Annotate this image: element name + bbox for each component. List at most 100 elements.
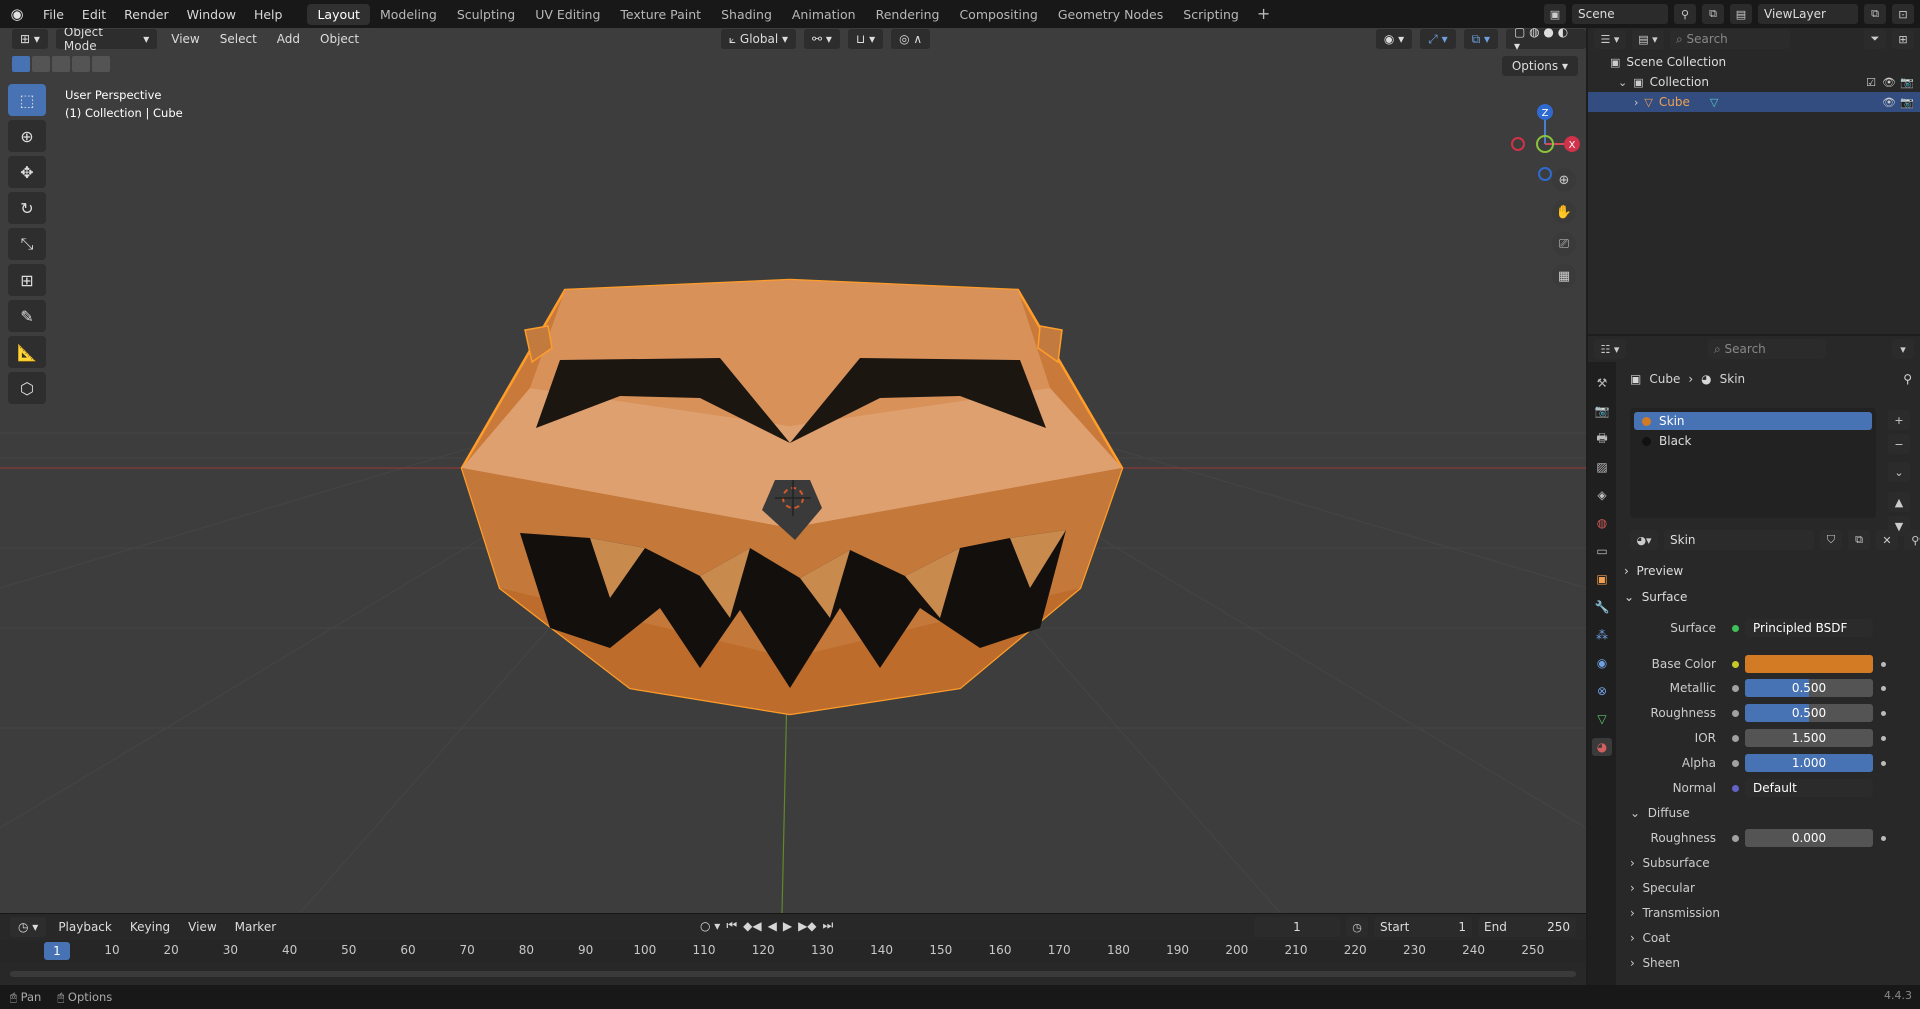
- add-workspace-icon[interactable]: +: [1249, 4, 1278, 25]
- outliner-search-input[interactable]: ⌕ Search: [1670, 29, 1790, 49]
- view-layer-tab-icon[interactable]: ▨: [1592, 458, 1612, 476]
- tab-modeling[interactable]: Modeling: [370, 4, 447, 25]
- preview-panel-header[interactable]: › Preview: [1624, 560, 1683, 582]
- tab-rendering[interactable]: Rendering: [866, 4, 950, 25]
- move-up-icon[interactable]: ▲: [1888, 492, 1910, 512]
- jump-end-icon[interactable]: ⏭: [823, 918, 834, 933]
- tab-geometry-nodes[interactable]: Geometry Nodes: [1048, 4, 1173, 25]
- surface-panel-header[interactable]: ⌄ Surface: [1624, 586, 1687, 608]
- timeline-ruler[interactable]: 1 10 20 30 40 50 60 70 80 90 100 110 120 130 140 150 16…: [0, 940, 1586, 962]
- base-color-swatch[interactable]: [1745, 655, 1873, 673]
- play-icon[interactable]: ▶: [783, 919, 792, 933]
- scene-collection-row[interactable]: ▣ Scene Collection: [1588, 52, 1920, 72]
- pin-properties-icon[interactable]: ⚲: [1903, 372, 1912, 386]
- keyframe-dot-icon[interactable]: [1881, 760, 1886, 766]
- timeline-menu-playback[interactable]: Playback: [52, 920, 118, 934]
- display-mode-icon[interactable]: ▤ ▾: [1632, 29, 1664, 49]
- zoom-icon[interactable]: ⊕: [1552, 168, 1576, 192]
- browse-material-icon[interactable]: ◕▾: [1630, 530, 1658, 550]
- collection-row[interactable]: ⌄ ▣ Collection ☑ 👁 📷: [1588, 72, 1920, 92]
- cube-eye-icon[interactable]: 👁: [1882, 96, 1896, 109]
- material-slot[interactable]: Skin: [1634, 412, 1872, 430]
- filter-icon[interactable]: ⏷: [1864, 29, 1886, 49]
- modifier-tab-icon[interactable]: 🔧: [1592, 598, 1612, 616]
- cube-row[interactable]: › ▽ Cube ▽ 👁 📷: [1588, 92, 1920, 112]
- new-collection-icon[interactable]: ⊞: [1892, 29, 1914, 49]
- select-extend-icon[interactable]: [32, 56, 50, 72]
- proportional-edit-icon[interactable]: ◎ ∧: [891, 29, 931, 49]
- menu-edit[interactable]: Edit: [73, 7, 115, 22]
- physics-tab-icon[interactable]: ◉: [1592, 654, 1612, 672]
- new-scene-icon[interactable]: ⧉: [1702, 4, 1724, 24]
- overlay-toggle-icon[interactable]: ⧉ ▾: [1463, 29, 1498, 49]
- pivot-point-icon[interactable]: ⚯ ▾: [804, 29, 840, 49]
- output-tab-icon[interactable]: 🖶: [1592, 430, 1612, 448]
- view-layer-icon[interactable]: ▤: [1730, 4, 1752, 24]
- keyframe-dot-icon[interactable]: [1881, 735, 1886, 741]
- expand-chevron-icon[interactable]: ›: [1634, 96, 1638, 109]
- tab-layout[interactable]: Layout: [307, 3, 370, 25]
- scene-tab-icon[interactable]: ◈: [1592, 486, 1612, 504]
- timeline-menu-keying[interactable]: Keying: [124, 920, 176, 934]
- particles-tab-icon[interactable]: ⁂: [1592, 626, 1612, 644]
- end-frame-field[interactable]: End 250: [1478, 917, 1576, 937]
- 3d-viewport[interactable]: ⊞ ▾ Object Mode ▾ View Select Add Object…: [0, 28, 1586, 913]
- snap-icon[interactable]: ⊔ ▾: [847, 29, 884, 49]
- select-invert-icon[interactable]: [72, 56, 90, 72]
- tab-sculpting[interactable]: Sculpting: [447, 4, 525, 25]
- surface-shader-dropdown[interactable]: Principled BSDF: [1745, 619, 1873, 637]
- properties-search-input[interactable]: ⌕ Search: [1708, 339, 1826, 359]
- tab-uv-editing[interactable]: UV Editing: [525, 4, 610, 25]
- menu-help[interactable]: Help: [245, 7, 292, 22]
- pumpkin-mesh[interactable]: [460, 278, 1124, 716]
- material-slot[interactable]: Black: [1634, 432, 1872, 450]
- tab-shading[interactable]: Shading: [711, 4, 782, 25]
- gizmo-neg-x-icon[interactable]: [1511, 137, 1525, 151]
- scale-tool-icon[interactable]: ⤡: [8, 228, 46, 260]
- transmission-subpanel[interactable]: › Transmission: [1630, 903, 1720, 923]
- menu-render[interactable]: Render: [115, 7, 178, 22]
- measure-tool-icon[interactable]: 📐: [8, 336, 46, 368]
- keyframe-dot-icon[interactable]: [1881, 710, 1886, 716]
- pin-icon[interactable]: ⚲: [1674, 4, 1696, 24]
- cursor-tool-icon[interactable]: ⊕: [8, 120, 46, 152]
- properties-options-icon[interactable]: ▾: [1892, 339, 1914, 359]
- timeline-menu-view[interactable]: View: [182, 920, 222, 934]
- diffuse-subpanel[interactable]: ⌄ Diffuse: [1630, 803, 1690, 823]
- ior-field[interactable]: 1.500: [1745, 729, 1873, 747]
- jump-start-icon[interactable]: ⏮: [726, 918, 737, 933]
- material-tab-icon[interactable]: ◕: [1592, 738, 1612, 756]
- viewport-menu-view[interactable]: View: [165, 32, 205, 46]
- viewport-menu-add[interactable]: Add: [271, 32, 306, 46]
- link-type-icon[interactable]: ⚲▾: [1904, 530, 1920, 550]
- menu-window[interactable]: Window: [178, 7, 245, 22]
- scene-field[interactable]: Scene: [1572, 4, 1668, 24]
- roughness-slider[interactable]: 0.500: [1745, 704, 1873, 722]
- add-cube-tool-icon[interactable]: ⬡: [8, 372, 46, 404]
- coat-subpanel[interactable]: › Coat: [1630, 928, 1670, 948]
- camera-view-icon[interactable]: ⎚: [1552, 232, 1576, 256]
- scene-icon[interactable]: ▣: [1544, 4, 1566, 24]
- tab-animation[interactable]: Animation: [782, 4, 866, 25]
- timeline-editor-type-button[interactable]: ◷ ▾: [10, 917, 47, 937]
- perspective-grid-icon[interactable]: ▦: [1552, 264, 1576, 288]
- current-frame-indicator[interactable]: 1: [44, 942, 70, 960]
- remove-view-layer-icon[interactable]: ⊡: [1892, 4, 1914, 24]
- annotate-tool-icon[interactable]: ✎: [8, 300, 46, 332]
- diffuse-roughness-slider[interactable]: 0.000: [1745, 829, 1873, 847]
- add-slot-icon[interactable]: +: [1888, 410, 1910, 430]
- unlink-material-icon[interactable]: ✕: [1876, 530, 1898, 550]
- tab-texture-paint[interactable]: Texture Paint: [610, 4, 711, 25]
- world-tab-icon[interactable]: ◍: [1592, 514, 1612, 532]
- properties-editor-type-icon[interactable]: ☷ ▾: [1594, 339, 1626, 359]
- normal-field[interactable]: Default: [1745, 779, 1873, 797]
- keyframe-dot-icon[interactable]: [1881, 685, 1886, 691]
- editor-type-button[interactable]: ⊞ ▾: [12, 29, 48, 49]
- play-reverse-icon[interactable]: ◀: [768, 919, 777, 933]
- constraints-tab-icon[interactable]: ⊗: [1592, 682, 1612, 700]
- select-box-tool-icon[interactable]: ⬚: [8, 84, 46, 116]
- sheen-subpanel[interactable]: › Sheen: [1630, 953, 1680, 973]
- menu-file[interactable]: File: [34, 7, 73, 22]
- collection-checkbox-icon[interactable]: ☑: [1866, 76, 1876, 89]
- select-intersect-icon[interactable]: [92, 56, 110, 72]
